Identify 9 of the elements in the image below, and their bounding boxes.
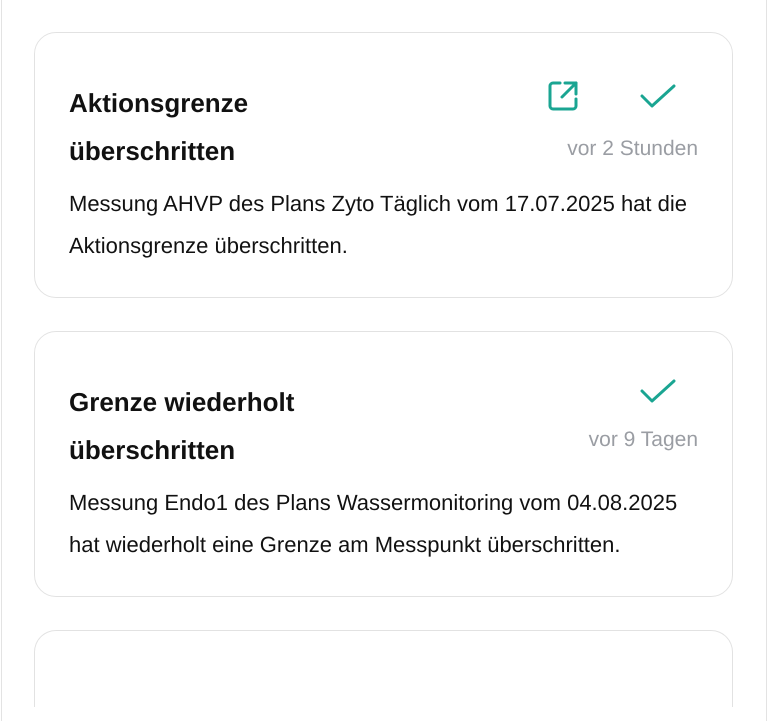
- timestamp: vor 2 Stunden: [567, 136, 698, 162]
- external-link-icon[interactable]: [546, 79, 580, 113]
- notification-title: Grenze wiederholt überschritten: [69, 386, 296, 467]
- notification-message: Messung Endo1 des Plans Wassermonitoring vom 04.08.2025 hat wiederholt eine Grenze am Messpunkt überschritten.: [69, 489, 678, 559]
- timestamp: vor 9 Tagen: [588, 427, 698, 453]
- notification-message: Messung AHVP des Plans Zyto Täglich vom 17.07.2025 hat die Aktionsgrenze überschritten.: [69, 190, 688, 260]
- checkmark-icon[interactable]: [640, 83, 676, 109]
- notification-title: Aktionsgrenze überschritten: [69, 87, 250, 168]
- checkmark-icon[interactable]: [640, 378, 676, 404]
